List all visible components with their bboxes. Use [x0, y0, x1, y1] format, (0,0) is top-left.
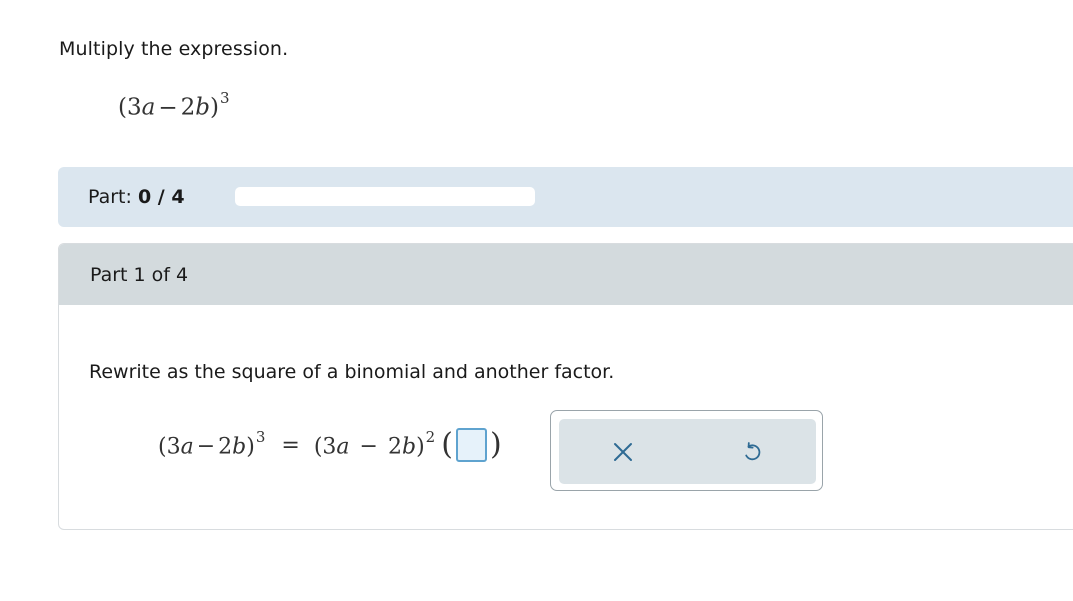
factor-close-paren: )	[489, 427, 502, 462]
problem-expression: (3a −2b)3	[118, 89, 230, 121]
undo-icon	[745, 442, 761, 461]
progress-label: Part: 0 / 4	[88, 186, 185, 208]
equals-sign: =	[281, 432, 300, 458]
equation: (3a −2b)3 = (3a − 2b)2 ( )	[158, 428, 502, 462]
equation-rhs-binomial: (3a − 2b)2	[313, 427, 436, 460]
part-header: Part 1 of 4	[59, 244, 1073, 305]
part-prompt: Rewrite as the square of a binomial and …	[89, 361, 615, 383]
problem-instruction: Multiply the expression.	[59, 38, 289, 60]
clear-button[interactable]	[608, 437, 638, 467]
progress-panel: Part: 0 / 4	[58, 167, 1073, 227]
answer-input[interactable]	[455, 428, 487, 462]
factor-open-paren: (	[441, 427, 453, 462]
close-icon	[614, 443, 632, 461]
progress-bar	[235, 187, 535, 206]
progress-value: 0 / 4	[137, 186, 185, 208]
answer-tools-inner	[559, 419, 816, 484]
undo-button[interactable]	[737, 437, 767, 467]
part-title: Part 1 of 4	[90, 264, 189, 286]
equation-lhs: (3a −2b)3	[158, 427, 266, 460]
answer-tools	[550, 410, 823, 491]
